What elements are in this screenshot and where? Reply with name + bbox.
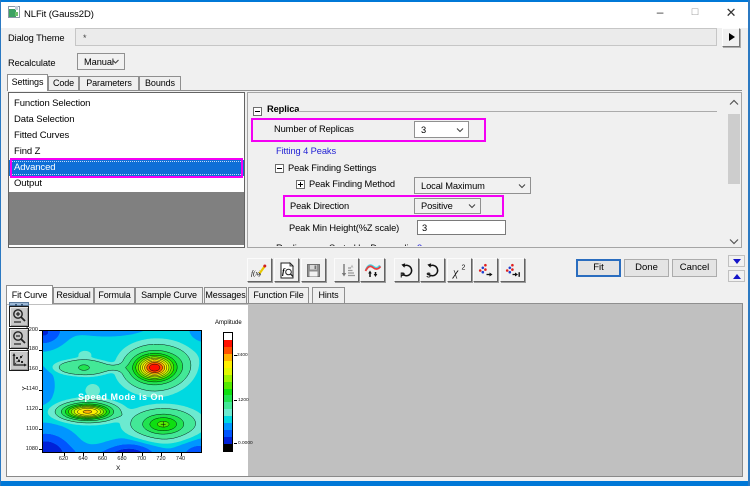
svg-text:P: P bbox=[400, 273, 405, 280]
svg-text:2: 2 bbox=[462, 265, 466, 272]
svg-text:χ: χ bbox=[452, 265, 459, 279]
svg-text:S: S bbox=[426, 273, 431, 280]
